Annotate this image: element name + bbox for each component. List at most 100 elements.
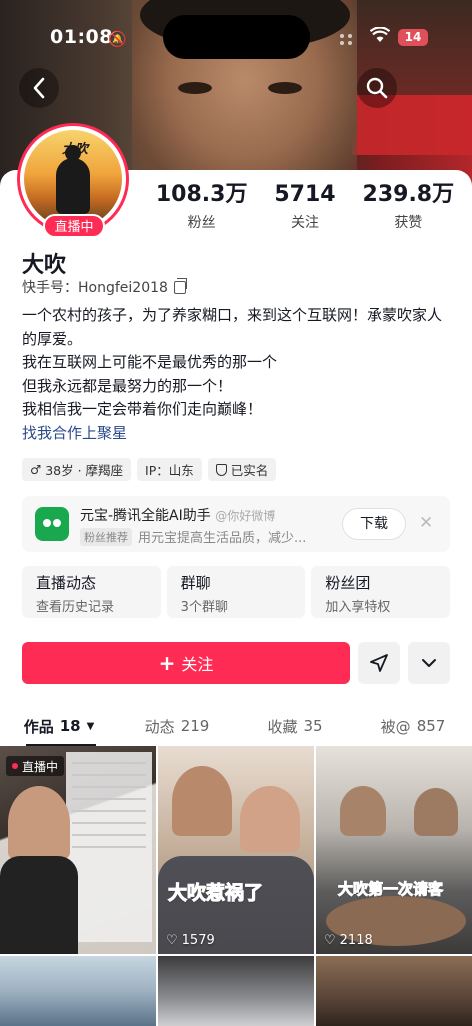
feature-sub: 查看历史记录	[36, 600, 115, 615]
plus-icon: +	[158, 651, 176, 675]
feature-fan-club[interactable]: 粉丝团 加入享特权	[311, 566, 451, 618]
thumb-person	[240, 786, 300, 852]
stat-value: 108.3万	[155, 182, 248, 207]
tab-count: 18	[59, 717, 81, 735]
tab-label: 被@	[380, 717, 411, 736]
send-icon	[370, 654, 388, 672]
stat-likes[interactable]: 239.8万 获赞	[357, 182, 460, 232]
banner-eye-right	[268, 82, 302, 94]
watermark: @你好微博	[215, 509, 276, 523]
like-count: ♡ 1579	[166, 933, 215, 948]
search-icon	[366, 77, 388, 99]
promo-desc: 用元宝提高生活品质，减少...	[138, 531, 307, 546]
tag-text: IP：山东	[145, 463, 194, 478]
stat-followers[interactable]: 108.3万 粉丝	[150, 182, 253, 232]
live-chip-label: 直播中	[22, 759, 59, 774]
bio-line: 我相信我一定会带着你们走向巅峰！	[22, 400, 263, 418]
tag-text: 已实名	[230, 463, 269, 478]
stat-value: 239.8万	[362, 182, 455, 207]
stat-label: 粉丝	[187, 215, 216, 231]
bio-line: 但我永远都是最努力的那一个！	[22, 376, 233, 395]
action-row: + 关注	[22, 642, 450, 684]
video-thumbnail[interactable]: 大吹第一次请客 ♡ 2118	[316, 746, 472, 954]
status-time: 01:08	[50, 26, 113, 48]
promo-banner[interactable]: 元宝-腾讯全能AI助手 @你好微博 粉丝推荐 用元宝提高生活品质，减少... 下…	[22, 496, 450, 552]
thumb-person	[172, 766, 232, 836]
thumb-person	[340, 786, 386, 836]
search-button[interactable]	[357, 68, 397, 108]
follow-button[interactable]: + 关注	[22, 642, 350, 684]
tab-moments[interactable]: 动态 219	[118, 708, 236, 744]
thumb-person-body	[0, 856, 78, 954]
stat-following[interactable]: 5714 关注	[253, 182, 356, 232]
tab-label: 收藏	[267, 717, 298, 736]
thumb-person	[414, 788, 458, 836]
tab-count: 857	[416, 717, 446, 735]
video-caption: 大吹第一次请客	[337, 880, 444, 899]
tab-label: 动态	[144, 717, 175, 736]
follow-label: 关注	[181, 655, 214, 674]
banner-eye-left	[178, 82, 212, 94]
profile-stats: 108.3万 粉丝 5714 关注 239.8万 获赞	[150, 182, 460, 232]
content-tabs: 作品 18 ▼ 动态 219 收藏 35 被@ 857	[0, 708, 472, 746]
male-icon: ♂	[30, 462, 42, 477]
video-thumbnail[interactable]	[0, 956, 156, 1026]
yuanbao-logo-icon	[35, 507, 69, 541]
copy-icon[interactable]	[173, 277, 187, 294]
promo-title-row: 元宝-腾讯全能AI助手 @你好微博	[80, 505, 275, 525]
thumb-person	[8, 786, 70, 860]
download-button[interactable]: 下载	[342, 508, 406, 540]
tag-ip: IP：山东	[137, 458, 202, 481]
video-thumbnail[interactable]	[158, 956, 314, 1026]
shield-icon	[215, 463, 227, 476]
uid-text: 快手号：Hongfei2018	[22, 280, 168, 296]
dynamic-island	[163, 15, 310, 59]
video-thumbnail[interactable]: 直播中	[0, 746, 156, 954]
share-button[interactable]	[358, 642, 400, 684]
tab-mentions[interactable]: 被@ 857	[354, 708, 472, 744]
bio-line: 我在互联网上可能不是最优秀的那一个	[22, 353, 278, 371]
stat-label: 获赞	[394, 215, 423, 231]
feature-live-history[interactable]: 直播动态 查看历史记录	[22, 566, 161, 618]
chevron-down-icon	[422, 659, 436, 667]
avatar-figure	[56, 145, 90, 214]
back-button[interactable]	[19, 68, 59, 108]
video-caption: 大吹惹祸了	[167, 882, 264, 905]
live-chip: 直播中	[6, 756, 65, 776]
video-thumbnail[interactable]	[316, 956, 472, 1026]
heart-icon: ♡	[166, 933, 178, 948]
tag-age: ♂ 38岁 · 摩羯座	[22, 458, 132, 481]
stat-value: 5714	[274, 182, 336, 207]
tab-count: 219	[180, 717, 210, 735]
profile-bio: 一个农村的孩子，为了养家糊口，来到这个互联网！承蒙吹家人的厚爱。 我在互联网上可…	[22, 304, 454, 445]
video-thumbnail[interactable]: 大吹惹祸了 ♡ 1579	[158, 746, 314, 954]
heart-icon: ♡	[324, 933, 336, 948]
tab-label: 作品	[23, 717, 54, 736]
live-dot-icon	[12, 763, 18, 769]
profile-name: 大吹	[22, 253, 67, 278]
feature-title: 粉丝团	[325, 574, 371, 592]
tab-count: 35	[303, 717, 323, 735]
silent-bell-icon: 🔕	[108, 30, 127, 48]
like-count: ♡ 2118	[324, 933, 373, 948]
promo-title: 元宝-腾讯全能AI助手	[80, 508, 211, 524]
chevron-left-icon	[33, 77, 45, 99]
tag-verified: 已实名	[207, 458, 277, 481]
wifi-icon	[369, 26, 391, 48]
feature-sub: 3个群聊	[180, 600, 228, 615]
feature-group-chat[interactable]: 群聊 3个群聊	[166, 566, 306, 618]
tab-favorites[interactable]: 收藏 35	[236, 708, 354, 744]
tag-text: 38岁 · 摩羯座	[45, 463, 124, 478]
bio-line: 一个农村的孩子，为了养家糊口，来到这个互联网！承蒙吹家人的厚爱。	[22, 306, 443, 348]
comment-overlay	[66, 752, 152, 942]
tab-works[interactable]: 作品 18 ▼	[0, 708, 118, 746]
close-icon[interactable]: ✕	[419, 513, 433, 533]
feature-sub: 加入享特权	[325, 600, 391, 615]
more-button[interactable]	[408, 642, 450, 684]
video-grid: 直播中 大吹惹祸了 ♡ 1579 大吹第一次请客 ♡ 2118	[0, 746, 472, 1026]
live-badge[interactable]: 直播中	[43, 214, 105, 238]
profile-uid: 快手号：Hongfei2018	[22, 277, 187, 297]
cooperation-link[interactable]: 找我合作上聚星	[22, 422, 454, 446]
feature-row: 直播动态 查看历史记录 群聊 3个群聊 粉丝团 加入享特权	[22, 566, 451, 618]
like-count-text: 2118	[339, 933, 373, 948]
